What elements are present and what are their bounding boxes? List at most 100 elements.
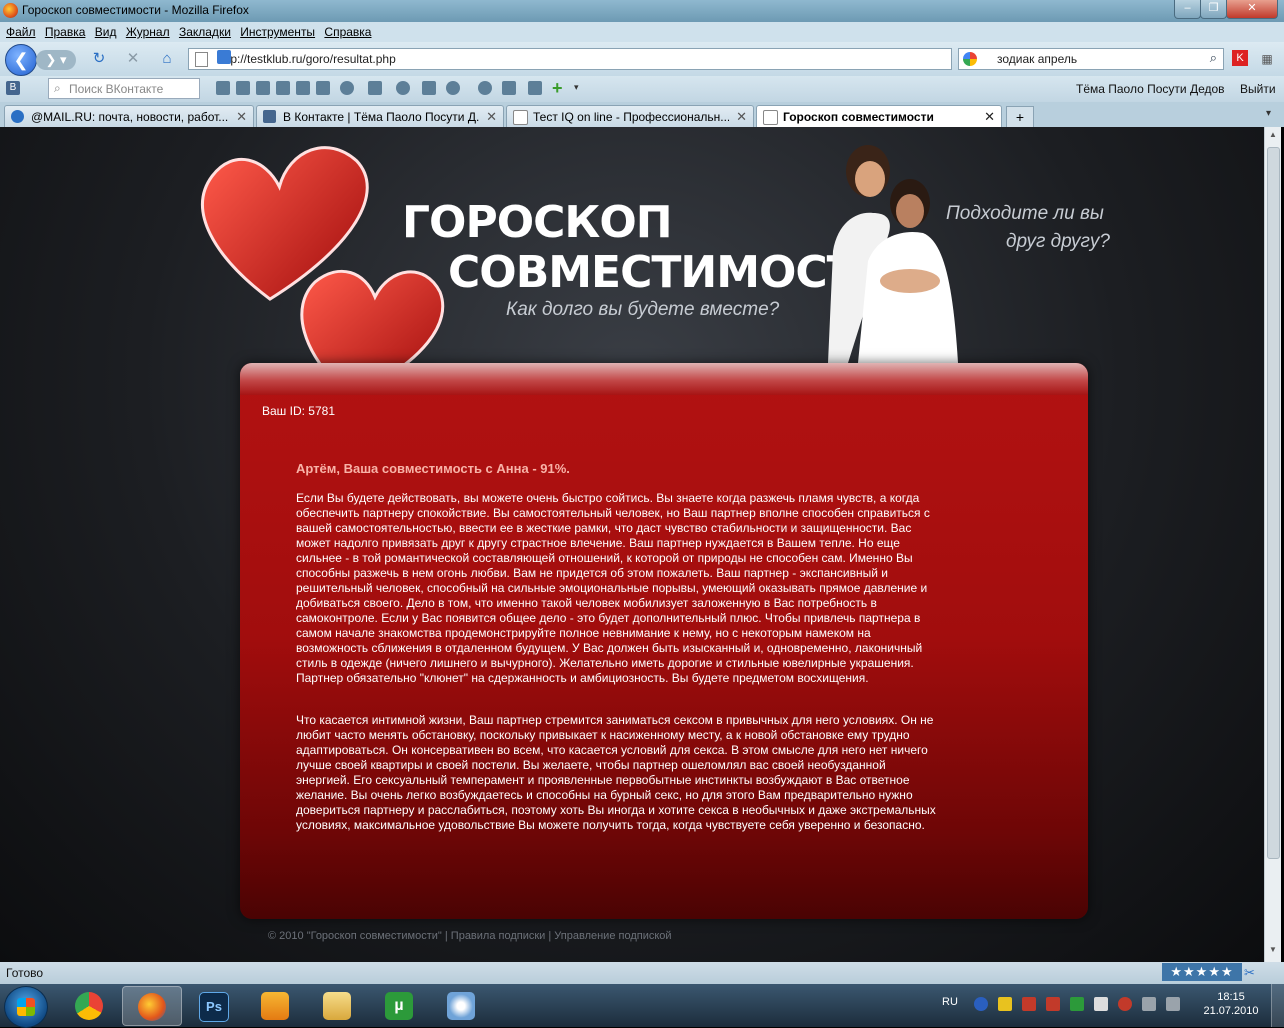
menu-tools[interactable]: Инструменты bbox=[240, 25, 315, 39]
tab-list-icon[interactable]: ▾ bbox=[1266, 108, 1271, 119]
tray-utorrent-icon[interactable] bbox=[1070, 997, 1084, 1011]
url-bar[interactable]: http://testklub.ru/goro/resultat.php ☆ bbox=[188, 48, 952, 70]
chrome-icon bbox=[75, 992, 103, 1020]
firefox-logo-icon bbox=[3, 3, 18, 18]
language-indicator[interactable]: RU bbox=[942, 996, 958, 1008]
add-icon[interactable]: + bbox=[552, 78, 563, 99]
tray-icon[interactable] bbox=[1118, 997, 1132, 1011]
scroll-thumb[interactable] bbox=[1267, 147, 1280, 859]
bookmark-star-icon[interactable]: ☆ bbox=[217, 50, 921, 67]
tab-close-icon[interactable]: ✕ bbox=[486, 109, 497, 125]
page-icon bbox=[513, 110, 528, 125]
tab-iq-test[interactable]: Тест IQ on line - Профессиональн... ✕ bbox=[506, 105, 754, 127]
vk-toolbar: B ⌕ Поиск ВКонтакте + ▾ Тёма Паоло Посут… bbox=[0, 76, 1284, 102]
stop-icon[interactable]: ✕ bbox=[124, 50, 142, 68]
tab-label: В Контакте | Тёма Паоло Посути Д... bbox=[283, 110, 479, 124]
site-footer: © 2010 "Гороскоп совместимости" | Правил… bbox=[268, 930, 672, 942]
camera-icon[interactable] bbox=[316, 81, 330, 95]
vk-logo-icon[interactable]: B bbox=[6, 81, 20, 95]
taskbar-explorer[interactable] bbox=[308, 986, 366, 1024]
tab-vkontakte[interactable]: В Контакте | Тёма Паоло Посути Д... ✕ bbox=[256, 105, 504, 127]
tray-network-icon[interactable] bbox=[1142, 997, 1156, 1011]
antivirus-icon[interactable]: K bbox=[1232, 50, 1248, 66]
question-line2: друг другу? bbox=[1006, 231, 1110, 252]
taskbar-media-player[interactable] bbox=[246, 986, 304, 1024]
tab-label: @MAIL.RU: почта, новости, работ... bbox=[31, 110, 229, 124]
menu-view[interactable]: Вид bbox=[95, 25, 117, 39]
menu-help[interactable]: Справка bbox=[324, 25, 371, 39]
tray-icon[interactable] bbox=[998, 997, 1012, 1011]
new-tab-button[interactable]: + bbox=[1006, 106, 1034, 128]
maximize-button[interactable]: ❐ bbox=[1200, 0, 1227, 19]
status-text: Готово bbox=[6, 966, 44, 980]
tray-icon[interactable] bbox=[1022, 997, 1036, 1011]
question-line1: Подходите ли вы bbox=[946, 203, 1104, 224]
vertical-scrollbar[interactable]: ▲ ▼ bbox=[1264, 127, 1281, 962]
search-engine-box[interactable]: зодиак апрель ⌕ bbox=[958, 48, 1224, 70]
forward-button[interactable]: ❯ ▾ bbox=[36, 50, 76, 70]
site-title-line1: ГОРОСКОП bbox=[402, 197, 673, 248]
back-button[interactable]: ❮ bbox=[5, 44, 37, 76]
friends-icon[interactable] bbox=[236, 81, 250, 95]
search-input[interactable]: зодиак апрель bbox=[997, 52, 1077, 66]
scroll-up-icon[interactable]: ▲ bbox=[1267, 130, 1279, 142]
resize-icon[interactable]: ✂ bbox=[1244, 965, 1255, 981]
vk-search-input[interactable]: ⌕ Поиск ВКонтакте bbox=[48, 78, 200, 99]
info-icon[interactable] bbox=[217, 50, 231, 64]
close-window-button[interactable]: ✕ bbox=[1226, 0, 1278, 19]
taskbar-chrome[interactable] bbox=[60, 986, 118, 1024]
logout-link[interactable]: Выйти bbox=[1240, 82, 1276, 96]
menu-edit[interactable]: Правка bbox=[45, 25, 86, 39]
menu-history[interactable]: Журнал bbox=[126, 25, 170, 39]
folder-icon[interactable] bbox=[528, 81, 542, 95]
questions-icon[interactable] bbox=[422, 81, 436, 95]
tray-flag-icon[interactable] bbox=[1094, 997, 1108, 1011]
chevron-down-icon[interactable]: ▾ bbox=[574, 82, 579, 93]
show-desktop-button[interactable] bbox=[1271, 984, 1284, 1027]
menu-file[interactable]: Файл bbox=[6, 25, 36, 39]
tab-mailru[interactable]: @MAIL.RU: почта, новости, работ... ✕ bbox=[4, 105, 254, 127]
home-icon[interactable]: ⌂ bbox=[158, 50, 176, 68]
gifts-icon[interactable] bbox=[340, 81, 354, 95]
system-clock[interactable]: 18:15 21.07.2010 bbox=[1196, 990, 1266, 1018]
site-tagline: Как долго вы будете вместе? bbox=[506, 299, 780, 320]
taskbar-photoshop[interactable]: Ps bbox=[184, 986, 242, 1024]
result-panel: Ваш ID: 5781 Артём, Ваша совместимость с… bbox=[240, 363, 1088, 919]
clock-date: 21.07.2010 bbox=[1203, 1005, 1259, 1017]
vk-user-name[interactable]: Тёма Паоло Посути Дедов bbox=[1076, 82, 1225, 96]
panel-header-bar bbox=[240, 363, 1088, 395]
vk-search-icon: ⌕ bbox=[54, 81, 61, 95]
taskbar-utorrent[interactable]: µ bbox=[370, 986, 428, 1024]
vk-search-placeholder: Поиск ВКонтакте bbox=[69, 82, 164, 96]
menu-bookmarks[interactable]: Закладки bbox=[179, 25, 231, 39]
groups-icon[interactable] bbox=[256, 81, 270, 95]
minimize-button[interactable]: – bbox=[1174, 0, 1201, 19]
tray-icon[interactable] bbox=[1046, 997, 1060, 1011]
notes-icon[interactable] bbox=[396, 81, 410, 95]
search-icon[interactable]: ⌕ bbox=[1210, 50, 1217, 66]
taskbar-firefox[interactable] bbox=[122, 986, 182, 1026]
tab-close-icon[interactable]: ✕ bbox=[736, 109, 747, 125]
taskbar-paint[interactable] bbox=[432, 986, 490, 1024]
navigation-toolbar: ❮ ❯ ▾ ↻ ✕ ⌂ http://testklub.ru/goro/resu… bbox=[0, 42, 1284, 76]
help-icon[interactable] bbox=[446, 81, 460, 95]
tab-close-icon[interactable]: ✕ bbox=[984, 109, 995, 125]
addon-icon[interactable]: ▦ bbox=[1258, 50, 1276, 68]
tab-close-icon[interactable]: ✕ bbox=[236, 109, 247, 125]
tab-strip: @MAIL.RU: почта, новости, работ... ✕ В К… bbox=[0, 102, 1284, 128]
couple-photo bbox=[828, 145, 958, 363]
tray-network-icon[interactable] bbox=[974, 997, 988, 1011]
settings-gear-icon[interactable] bbox=[478, 81, 492, 95]
tab-horoscope[interactable]: Гороскоп совместимости ✕ bbox=[756, 105, 1002, 128]
video-icon[interactable] bbox=[296, 81, 310, 95]
scroll-down-icon[interactable]: ▼ bbox=[1267, 945, 1279, 957]
photos-icon[interactable] bbox=[276, 81, 290, 95]
start-button[interactable] bbox=[4, 986, 48, 1028]
apps-icon[interactable] bbox=[368, 81, 382, 95]
tray-volume-icon[interactable] bbox=[1166, 997, 1180, 1011]
reload-icon[interactable]: ↻ bbox=[90, 50, 108, 68]
music-icon[interactable] bbox=[502, 81, 516, 95]
google-icon[interactable] bbox=[963, 52, 977, 66]
rating-stars[interactable]: ★★★★★ bbox=[1162, 963, 1242, 981]
messages-icon[interactable] bbox=[216, 81, 230, 95]
